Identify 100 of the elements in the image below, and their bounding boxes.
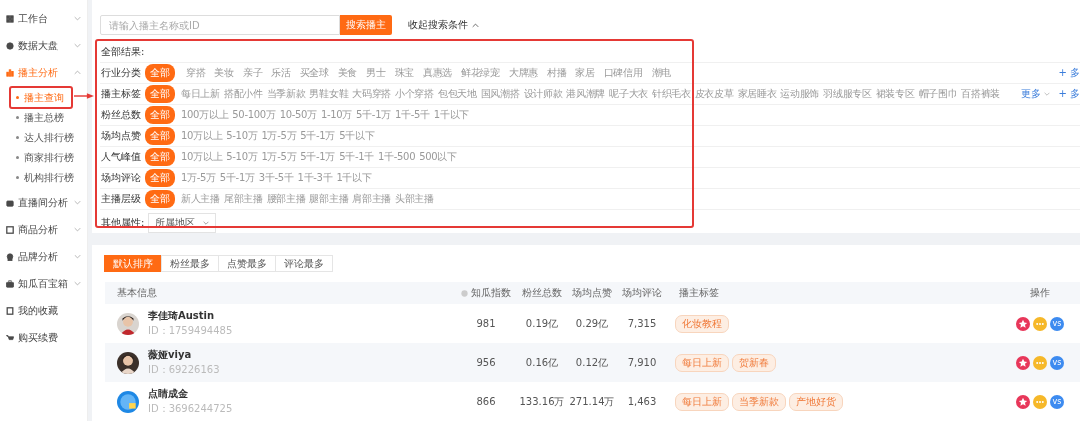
anchor-name[interactable]: 李佳琦Austin bbox=[148, 309, 233, 323]
search-button[interactable]: 搜索播主 bbox=[340, 15, 392, 35]
more-link[interactable]: 更多 bbox=[1021, 87, 1051, 101]
filter-option[interactable]: 5-10万 bbox=[226, 150, 258, 164]
filter-option[interactable]: 男鞋女鞋 bbox=[309, 87, 349, 101]
filter-option[interactable]: 5千-1万 bbox=[219, 171, 255, 185]
filter-option[interactable]: 头部主播 bbox=[395, 192, 434, 206]
filter-option[interactable]: 全部 bbox=[145, 106, 175, 124]
filter-option[interactable]: 100万以上 bbox=[181, 108, 229, 122]
search-field[interactable]: 请输入播主名称或ID bbox=[100, 15, 340, 35]
sidebar-item[interactable]: 我的收藏 bbox=[0, 297, 87, 324]
filter-option[interactable]: 腰部主播 bbox=[266, 192, 306, 206]
filter-option[interactable]: 设计师款 bbox=[523, 87, 563, 101]
filter-option[interactable]: 针织毛衣 bbox=[651, 87, 691, 101]
sort-tab[interactable]: 默认排序 bbox=[104, 255, 162, 272]
filter-option[interactable]: 大牌惠 bbox=[508, 66, 538, 80]
filter-option[interactable]: 皮衣皮草 bbox=[694, 87, 734, 101]
filter-option[interactable]: 50-100万 bbox=[232, 108, 276, 122]
sidebar-item[interactable]: 知瓜百宝箱 bbox=[0, 270, 87, 297]
filter-option[interactable]: 5-10万 bbox=[226, 129, 258, 143]
filter-option[interactable]: 尾部主播 bbox=[223, 192, 263, 206]
filter-option[interactable]: 1千以下 bbox=[336, 171, 372, 185]
filter-option[interactable]: 1万-5万 bbox=[261, 150, 297, 164]
filter-option[interactable]: 运动服饰 bbox=[780, 87, 820, 101]
filter-option[interactable]: 穿搭 bbox=[186, 66, 206, 80]
filter-option[interactable]: 5千-1万 bbox=[356, 108, 391, 122]
filter-option[interactable]: 呢子大衣 bbox=[609, 87, 648, 101]
filter-option[interactable]: 1千以下 bbox=[433, 108, 469, 122]
sidebar-subitem[interactable]: 商家排行榜 bbox=[12, 149, 78, 166]
filter-option[interactable]: 3千-5千 bbox=[258, 171, 294, 185]
filter-option[interactable]: 10万以上 bbox=[181, 150, 223, 164]
sidebar-item[interactable]: 购买续费 bbox=[0, 324, 87, 351]
filter-option[interactable]: 口碑信用 bbox=[603, 66, 643, 80]
favorite-icon[interactable] bbox=[1016, 394, 1030, 409]
filter-option[interactable]: 1万-5万 bbox=[261, 129, 297, 143]
filter-option[interactable]: 美食 bbox=[337, 66, 358, 80]
filter-option[interactable]: 港风潮牌 bbox=[566, 87, 606, 101]
compare-button[interactable]: vs bbox=[1050, 355, 1064, 370]
filter-option[interactable]: 全部 bbox=[145, 169, 175, 187]
table-row[interactable]: 薇娅viya ID：69226163 956 0.16亿 0.12亿 7,910 每日上新 贺新春 vs bbox=[105, 343, 1080, 382]
filter-option[interactable]: 全部 bbox=[145, 85, 175, 103]
sort-tab[interactable]: 点赞最多 bbox=[218, 255, 276, 272]
filter-option[interactable]: 1千-5千 bbox=[394, 108, 430, 122]
filter-option[interactable]: 买全球 bbox=[299, 66, 329, 80]
filter-option[interactable]: 小个穿搭 bbox=[395, 87, 434, 101]
sidebar-subitem[interactable]: 机构排行榜 bbox=[12, 169, 78, 186]
filter-option[interactable]: 鲜花绿宠 bbox=[461, 66, 500, 80]
table-row[interactable]: 李佳琦Austin ID：1759494485 981 0.19亿 0.29亿 7,315 化妆教程 vs bbox=[105, 304, 1080, 343]
filter-option[interactable]: 每日上新 bbox=[181, 87, 220, 101]
filter-option[interactable]: 国风潮搭 bbox=[480, 87, 520, 101]
filter-option[interactable]: 新人主播 bbox=[181, 192, 220, 206]
filter-option[interactable]: 全部 bbox=[145, 64, 175, 82]
compare-button[interactable]: vs bbox=[1050, 394, 1064, 409]
sidebar-item[interactable]: 播主分析 bbox=[0, 59, 87, 86]
compare-button[interactable]: vs bbox=[1050, 316, 1064, 331]
filter-option[interactable]: 搭配小件 bbox=[223, 87, 263, 101]
sidebar-item[interactable]: 工作台 bbox=[0, 5, 87, 32]
filter-option[interactable]: 肩部主播 bbox=[352, 192, 392, 206]
filter-option[interactable]: 全部 bbox=[145, 127, 175, 145]
sidebar-subitem[interactable]: 播主总榜 bbox=[12, 109, 68, 126]
multi-select-link[interactable]: + 多 bbox=[1058, 66, 1080, 80]
sidebar-item[interactable]: 直播间分析 bbox=[0, 189, 87, 216]
filter-option[interactable]: 1万-5万 bbox=[181, 171, 216, 185]
filter-option[interactable]: 帽子围巾 bbox=[918, 87, 958, 101]
filter-option[interactable]: 全部 bbox=[145, 190, 175, 208]
filter-option[interactable]: 10-50万 bbox=[279, 108, 317, 122]
sidebar-subitem[interactable]: 播主查询 bbox=[12, 89, 68, 106]
filter-option[interactable]: 1千-500 bbox=[377, 150, 416, 164]
sidebar-item[interactable]: 数据大盘 bbox=[0, 32, 87, 59]
filter-option[interactable]: 大码穿搭 bbox=[352, 87, 392, 101]
sort-tab[interactable]: 粉丝最多 bbox=[161, 255, 219, 272]
filter-option[interactable]: 5千-1万 bbox=[300, 150, 336, 164]
favorite-icon[interactable] bbox=[1016, 355, 1030, 370]
anchor-name[interactable]: 薇娅viya bbox=[148, 348, 220, 362]
filter-option[interactable]: 1-10万 bbox=[320, 108, 353, 122]
filter-option[interactable]: 包包天地 bbox=[437, 87, 477, 101]
filter-option[interactable]: 潮电 bbox=[651, 66, 671, 80]
sidebar-subitem[interactable]: 达人排行榜 bbox=[12, 129, 78, 146]
filter-option[interactable]: 10万以上 bbox=[181, 129, 223, 143]
filter-option[interactable]: 村播 bbox=[547, 66, 567, 80]
collapse-toggle[interactable]: 收起搜索条件 bbox=[408, 18, 479, 32]
filter-option[interactable]: 腿部主播 bbox=[309, 192, 349, 206]
filter-option[interactable]: 5千-1万 bbox=[300, 129, 336, 143]
multi-select-link[interactable]: + 多 bbox=[1058, 87, 1080, 101]
filter-option[interactable]: 羽绒服专区 bbox=[823, 87, 872, 101]
sidebar-item[interactable]: 商品分析 bbox=[0, 216, 87, 243]
filter-option[interactable]: 5千-1千 bbox=[339, 150, 374, 164]
filter-option[interactable]: 美妆 bbox=[214, 66, 234, 80]
filter-option[interactable]: 500以下 bbox=[419, 150, 457, 164]
filter-option[interactable]: 家居睡衣 bbox=[737, 87, 777, 101]
table-row[interactable]: 点睛成金 ID：3696244725 866 133.16万 271.14万 1,463 每日上新 当季新款 产地好货 vs bbox=[105, 382, 1080, 421]
filter-option[interactable]: 当季新款 bbox=[266, 87, 306, 101]
filter-option[interactable]: 百搭裤装 bbox=[961, 87, 1001, 101]
filter-option[interactable]: 裙装专区 bbox=[875, 87, 915, 101]
filter-option[interactable]: 珠宝 bbox=[394, 66, 414, 80]
filter-option[interactable]: 5千以下 bbox=[339, 129, 375, 143]
filter-option[interactable]: 家居 bbox=[575, 66, 595, 80]
favorite-icon[interactable] bbox=[1016, 316, 1030, 331]
filter-option[interactable]: 1千-3千 bbox=[297, 171, 333, 185]
filter-option[interactable]: 男士 bbox=[366, 66, 386, 80]
